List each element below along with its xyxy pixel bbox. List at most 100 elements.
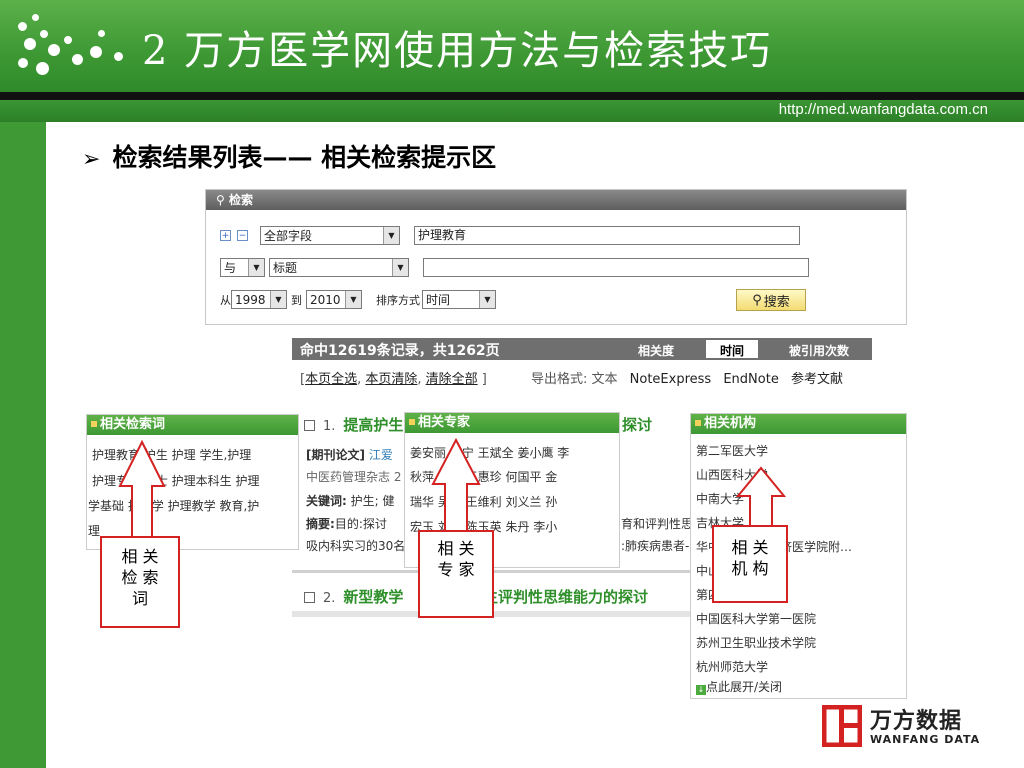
magnifier-icon: ⚲ bbox=[752, 292, 762, 308]
result-1-abstract-tail2: :肺疾病患者- bbox=[621, 539, 690, 553]
experts-callout-arrow bbox=[431, 438, 481, 537]
field-select-1[interactable]: 全部字段 ▼ bbox=[260, 226, 400, 245]
related-institutions-header: 相关机构 bbox=[691, 414, 906, 434]
institutions-callout-arrow bbox=[736, 466, 786, 529]
clear-all-link[interactable]: 清除全部 bbox=[426, 372, 478, 387]
institution-item[interactable]: 苏州卫生职业技术学院 bbox=[696, 634, 816, 651]
result-title-2[interactable]: 2. 新型教学 bbox=[304, 586, 403, 607]
related-experts-header: 相关专家 bbox=[405, 413, 619, 433]
url-bar: http://med.wanfangdata.com.cn bbox=[0, 100, 1024, 122]
abs-label: 摘要: bbox=[306, 517, 335, 531]
sort-tab-time[interactable]: 时间 bbox=[706, 340, 759, 358]
search-button[interactable]: ⚲ 搜索 bbox=[736, 289, 806, 311]
result-author[interactable]: 江爱 bbox=[369, 448, 393, 462]
result-1-abstract: 摘要:目的:探讨 bbox=[306, 515, 387, 532]
export-label: 导出格式: 文本 bbox=[531, 372, 618, 387]
abs-text: 目的:探讨 bbox=[334, 517, 387, 531]
title-bar: 2 万方医学网使用方法与检索技巧 bbox=[0, 0, 1024, 92]
field-select-1-value: 全部字段 bbox=[264, 229, 313, 243]
result-title-part[interactable]: 提高护生 bbox=[343, 416, 403, 434]
logo-english: WANFANG DATA bbox=[870, 733, 981, 746]
result-number: 2. bbox=[323, 591, 336, 606]
related-experts-title: 相关专家 bbox=[418, 415, 471, 430]
institution-item[interactable]: 第二军医大学 bbox=[696, 442, 768, 459]
bullet-square-icon bbox=[695, 420, 701, 426]
search-panel-label: 检索 bbox=[228, 193, 253, 207]
export-reference[interactable]: 参考文献 bbox=[791, 372, 843, 387]
site-url: http://med.wanfangdata.com.cn bbox=[778, 101, 988, 118]
to-year-select[interactable]: 2010 ▼ bbox=[306, 290, 362, 309]
wanfang-logo-icon bbox=[822, 705, 862, 747]
chevron-down-icon: ▼ bbox=[383, 227, 399, 244]
result-checkbox[interactable] bbox=[304, 420, 315, 431]
callout-line: 机 构 bbox=[731, 559, 769, 578]
keyword-line[interactable]: 护理教育 护生 护理 学生,护理 bbox=[92, 446, 251, 463]
result-title-1-tail[interactable]: 探讨 bbox=[622, 414, 652, 435]
sort-select[interactable]: 时间 ▼ bbox=[422, 290, 496, 309]
result-1-journal[interactable]: 中医药管理杂志 2 bbox=[306, 468, 401, 485]
hit-count: 命中12619条记录，共1262页 bbox=[300, 343, 500, 359]
field-select-2-value: 标题 bbox=[273, 261, 298, 275]
from-year-value: 1998 bbox=[235, 292, 266, 307]
result-title-1[interactable]: 1. 提高护生 bbox=[304, 414, 403, 435]
chevron-down-icon: ▼ bbox=[270, 291, 286, 308]
keyword-line[interactable]: 学基础 护理学 护理教学 教育,护 bbox=[88, 497, 259, 514]
institution-item[interactable]: 杭州师范大学 bbox=[696, 658, 768, 675]
search-panel: ⚲ 检索 + − 全部字段 ▼ 护理教育 与 ▼ 标题 ▼ 从 1998 ▼ 到 201… bbox=[205, 189, 907, 325]
export-noteexpress[interactable]: NoteExpress bbox=[630, 372, 712, 387]
keywords-callout: 相 关 检 索 词 bbox=[100, 536, 180, 628]
search-row-3: 从 1998 ▼ 到 2010 ▼ 排序方式 时间 ▼ bbox=[220, 290, 496, 309]
decorative-dots-icon bbox=[18, 14, 128, 84]
results-summary-bar: 命中12619条记录，共1262页 相关度 时间 被引用次数 bbox=[292, 338, 872, 360]
sort-tab-relevance[interactable]: 相关度 bbox=[638, 342, 674, 359]
result-toolbar: [本页全选, 本页清除, 清除全部 ] 导出格式: 文本 NoteExpress… bbox=[300, 372, 843, 387]
logo-chinese: 万方数据 bbox=[870, 709, 963, 734]
logic-select-value: 与 bbox=[224, 261, 237, 275]
logic-select[interactable]: 与 ▼ bbox=[220, 258, 265, 277]
kw-label: 关键词: bbox=[306, 494, 347, 508]
result-number: 1. bbox=[323, 419, 336, 434]
result-1-abstract-tail1: 育和评判性思 bbox=[621, 517, 694, 531]
keyword-line[interactable]: 理 bbox=[88, 522, 100, 539]
query-input-2[interactable] bbox=[423, 258, 809, 277]
bullet-square-icon bbox=[409, 419, 415, 425]
add-row-icon[interactable]: + bbox=[220, 230, 231, 241]
wanfang-logo: 万方数据 WANFANG DATA bbox=[822, 703, 992, 753]
select-page-link[interactable]: 本页全选 bbox=[305, 372, 357, 387]
from-label: 从 bbox=[220, 293, 231, 307]
remove-row-icon[interactable]: − bbox=[237, 230, 248, 241]
callout-line: 专 家 bbox=[437, 560, 475, 579]
callout-line: 相 关 bbox=[437, 539, 475, 558]
kw-text: 护生; 健 bbox=[350, 494, 395, 508]
related-institutions-title: 相关机构 bbox=[704, 416, 757, 431]
callout-line: 相 关 bbox=[121, 547, 159, 566]
search-panel-icon: ⚲ bbox=[216, 193, 225, 207]
search-row-2: 与 ▼ 标题 ▼ bbox=[220, 258, 809, 277]
result-1-abstract-line3: 吸内科实习的30名 bbox=[306, 539, 406, 553]
clear-page-link[interactable]: 本页清除 bbox=[365, 372, 417, 387]
keywords-callout-arrow bbox=[118, 440, 166, 539]
chevron-down-icon: ▼ bbox=[392, 259, 408, 276]
institution-item[interactable]: 中国医科大学第一医院 bbox=[696, 610, 816, 627]
callout-line: 相 关 bbox=[731, 538, 769, 557]
result-checkbox[interactable] bbox=[304, 592, 315, 603]
query-input-1[interactable]: 护理教育 bbox=[414, 226, 800, 245]
institution-toggle[interactable]: ↓ 点此展开/关闭 bbox=[696, 678, 782, 695]
field-select-2[interactable]: 标题 ▼ bbox=[269, 258, 409, 277]
result-type: [期刊论文] bbox=[306, 448, 365, 462]
sort-tab-citations[interactable]: 被引用次数 bbox=[789, 342, 849, 359]
export-endnote[interactable]: EndNote bbox=[723, 372, 778, 387]
toggle-label: 点此展开/关闭 bbox=[706, 680, 783, 694]
callout-line: 检 索 bbox=[121, 568, 159, 587]
to-year-value: 2010 bbox=[310, 292, 341, 307]
from-year-select[interactable]: 1998 ▼ bbox=[231, 290, 287, 309]
title-divider bbox=[0, 92, 1024, 100]
experts-callout: 相 关 专 家 bbox=[418, 530, 494, 618]
result-title-part[interactable]: 新型教学 bbox=[343, 588, 403, 606]
result-title-2-tail[interactable]: 生评判性思维能力的探讨 bbox=[483, 586, 648, 607]
chevron-down-icon: ▼ bbox=[345, 291, 361, 308]
search-panel-header: ⚲ 检索 bbox=[206, 190, 906, 210]
sort-select-value: 时间 bbox=[426, 293, 451, 307]
related-keywords-header: 相关检索词 bbox=[87, 415, 298, 435]
section-heading: ➢ 检索结果列表—— 相关检索提示区 bbox=[82, 138, 496, 174]
